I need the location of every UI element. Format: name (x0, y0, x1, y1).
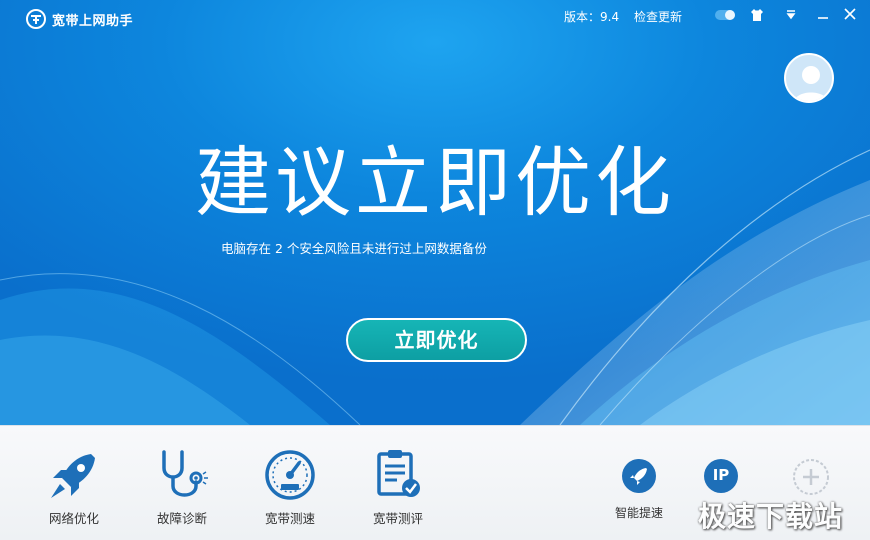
tool-label: 宽带测评 (372, 511, 423, 526)
check-update-link[interactable]: 检查更新 (634, 8, 682, 25)
watermark-text: 极速下载站 (698, 500, 844, 533)
tool-label: 智能提速 (614, 506, 663, 520)
version-label: 版本：9.4 (564, 10, 620, 24)
minimize-icon[interactable] (812, 5, 834, 27)
tool-network-optimize[interactable]: 网络优化 (24, 446, 124, 536)
menu-dropdown-icon[interactable] (780, 5, 802, 27)
stethoscope-icon (162, 450, 208, 497)
title-bar: 宽带上网助手 版本：9.4 检查更新 (0, 0, 870, 34)
close-icon[interactable] (839, 5, 861, 27)
tool-label: 网络优化 (48, 511, 99, 526)
user-avatar[interactable] (784, 53, 834, 103)
optimize-now-button[interactable]: 立即优化 (346, 318, 527, 362)
rocket-circle-icon (622, 459, 656, 493)
tool-speed-test[interactable]: 宽带测速 (240, 446, 340, 536)
clipboard-check-icon (377, 450, 420, 497)
tool-label: 宽带测速 (264, 511, 315, 526)
add-circle-icon (793, 459, 829, 495)
speedometer-icon (265, 450, 315, 500)
toggle-switch-icon[interactable] (712, 5, 738, 27)
hero-banner: 宽带上网助手 版本：9.4 检查更新 建议立即优化 电脑存在 2 个安全风险且未… (0, 0, 870, 425)
tool-broadband-review[interactable]: 宽带测评 (348, 446, 448, 536)
tool-smart-speedup[interactable]: 智能提速 (604, 456, 674, 536)
app-logo-icon (26, 9, 46, 29)
tool-fault-diagnosis[interactable]: 故障诊断 (132, 446, 232, 536)
app-title: 宽带上网助手 (52, 14, 134, 29)
tool-label: 故障诊断 (156, 511, 207, 526)
headline: 建议立即优化 (195, 138, 675, 227)
risk-summary: 电脑存在 2 个安全风险且未进行过上网数据备份 (221, 241, 487, 256)
skin-shirt-icon[interactable] (746, 5, 768, 27)
rocket-icon (51, 454, 95, 498)
ip-icon-text: IP (712, 466, 730, 484)
